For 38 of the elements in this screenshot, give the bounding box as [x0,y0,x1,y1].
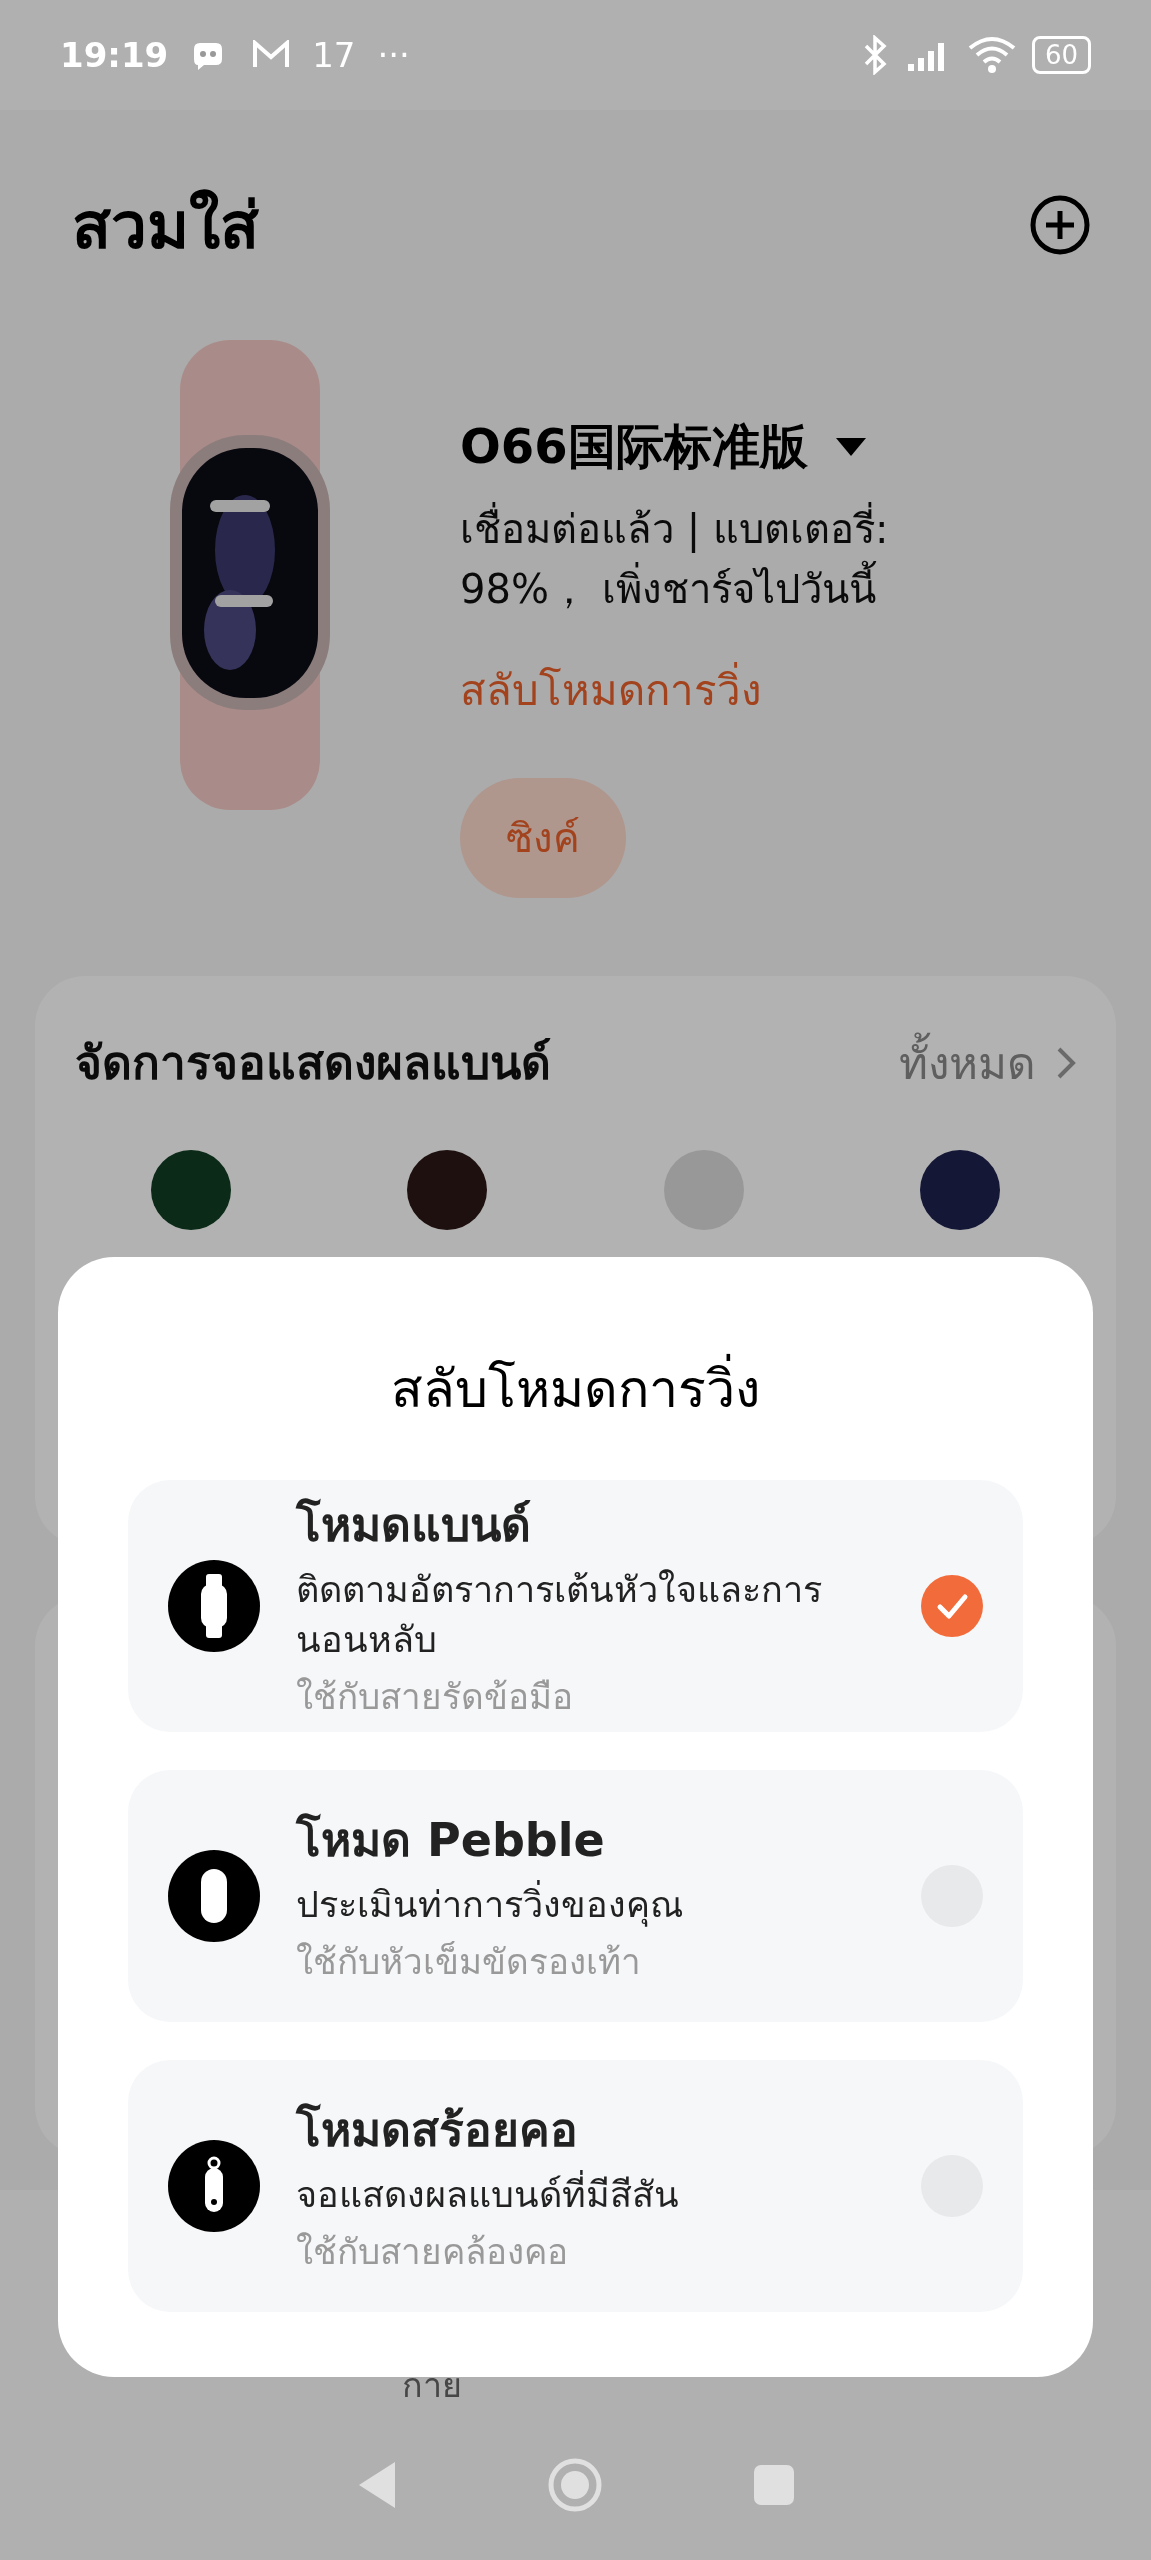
card-title: จัดการจอแสดงผลแบนด์ [75,1035,551,1092]
watch-face-thumbnail[interactable] [150,1149,232,1231]
mail-icon [252,40,291,70]
option-title: โหมด Pebble [296,1812,606,1869]
option-hint: ใช้กับสายรัดข้อมือ [296,1676,574,1719]
device-name: O66国际标准版 [460,417,808,476]
wifi-icon [967,36,1016,74]
mode-option[interactable]: โหมดสร้อยคอ จอแสดงผลแบนด์ที่มีสีสัน ใช้กับสายคล้องคอ [128,2060,1023,2312]
notification-count: 17 [312,35,356,75]
band-mode-icon [168,1560,260,1652]
option-title: โหมดสร้อยคอ [296,2102,579,2159]
dialog-title: สลับโหมดการวิ่ง [128,1257,1023,1480]
option-description: ติดตามอัตราการเต้นหัวใจและการนอนหลับ [296,1568,823,1662]
option-title: โหมดแบนด์ [296,1497,532,1554]
option-description: ประเมินท่าการวิ่งของคุณ [296,1880,885,1930]
page-title: สวมใส่ [72,188,259,265]
home-icon[interactable] [546,2457,603,2513]
mode-option[interactable]: โหมด Pebble ประเมินท่าการวิ่งของคุณ ใช้กับหัวเข็มขัดรองเท้า [128,1770,1023,2022]
add-icon[interactable] [1029,194,1091,256]
chevron-icon[interactable] [1056,1045,1076,1080]
device-status: เชื่อมต่อแล้ว | แบตเตอรี่: 98%， เพิ่งชาร์จไปวันนี้ [460,499,889,619]
recents-icon[interactable] [752,2464,795,2506]
status-time: 19:19 [60,35,169,75]
battery-level: 60 [1031,36,1091,74]
pebble-mode-icon [168,1850,260,1942]
switch-mode-link[interactable]: สลับโหมดการวิ่ง [460,657,889,723]
option-description: จอแสดงผลแบนด์ที่มีสีสัน [296,2170,885,2220]
necklace-mode-icon [168,2140,260,2232]
watch-face-thumbnail[interactable] [406,1149,489,1231]
watch-face-thumbnail[interactable] [919,1149,1001,1231]
mode-option[interactable]: โหมดแบนด์ ติดตามอัตราการเต้นหัวใจและการนอนหลับ ใช้กับสายรัดข้อมือ [128,1480,1023,1732]
option-hint: ใช้กับสายคล้องคอ [296,2231,569,2274]
option-hint: ใช้กับหัวเข็มขัดรองเท้า [296,1940,642,1984]
watch-face-thumbnail[interactable] [662,1149,745,1231]
all-link[interactable]: ทั้งหมด [899,1027,1036,1098]
radio-checked[interactable] [921,1575,983,1637]
more-notifications: ··· [377,35,410,75]
sync-button[interactable]: ซิงค์ [460,778,626,898]
